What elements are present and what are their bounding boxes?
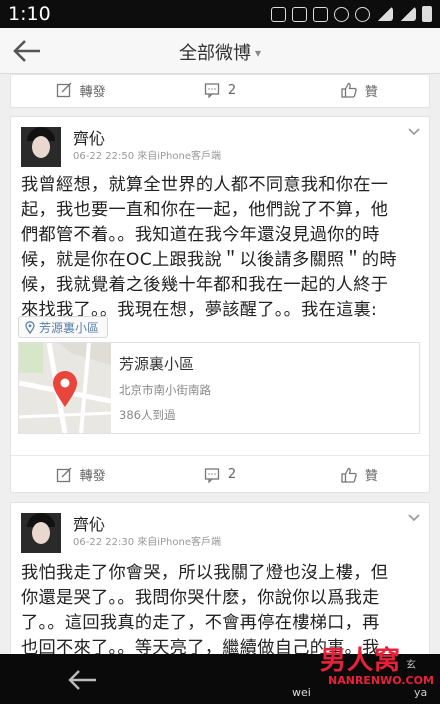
post-text: 我曾經想，就算全世界的人都不同意我和你在一 起，我也要一直和你在一起，他們說了不… (21, 173, 425, 323)
comment-icon (204, 467, 219, 483)
site-watermark-logo: 男人窝 NANRENWO.COM wei 玄 ya (292, 640, 434, 700)
comment-count: 2 (227, 467, 237, 482)
status-time: 1:10 (8, 3, 51, 25)
post-meta: 06-22 22:30 來自iPhone客戶端 (73, 537, 221, 548)
repost-label: 轉發 (79, 84, 106, 100)
post-text-line: 候，就是你在OC上跟我說＂以後請多關照＂的時 (21, 250, 397, 270)
battery-icon (422, 6, 432, 22)
comment-icon (204, 83, 219, 98)
timeline-filter-dropdown[interactable]: 全部微博 ▾ (0, 39, 440, 65)
post-menu-chevron-icon[interactable] (407, 127, 421, 137)
thumbs-up-icon (341, 82, 357, 98)
signal-strength-2-icon (399, 7, 416, 21)
page-title: 全部微博 (178, 43, 251, 64)
rotation-lock-icon (334, 6, 349, 22)
signal-strength-icon (376, 7, 393, 21)
post-username[interactable]: 齊伈 (73, 125, 105, 149)
alarm-clock-icon (355, 6, 370, 22)
previous-post-card: 轉發 2 贊 (10, 74, 430, 108)
comment-button[interactable]: 2 (150, 456, 289, 493)
like-label: 贊 (364, 84, 378, 100)
comment-button[interactable]: 2 (150, 71, 289, 109)
like-label: 贊 (364, 469, 378, 484)
top-nav-bar: 全部微博 ▾ (0, 28, 440, 74)
map-thumbnail (19, 343, 111, 433)
location-card[interactable]: 芳源裏小區 北京市南小街南路 386人到過 (18, 342, 420, 434)
caret-down-icon: ▾ (254, 46, 262, 60)
post-text-line: 你還是哭了。。我問你哭什麽，你說你以爲我走 (21, 588, 380, 608)
location-tag[interactable]: 芳源裏小區 (18, 316, 109, 338)
status-icons (271, 6, 432, 22)
post-text-line: 我曾經想，就算全世界的人都不同意我和你在一 (21, 175, 389, 195)
avatar[interactable] (21, 127, 61, 167)
system-back-icon[interactable] (66, 667, 100, 693)
status-bar: 1:10 (0, 0, 440, 28)
post-menu-chevron-icon[interactable] (407, 513, 421, 523)
post-text-line: 我怕我走了你會哭，所以我關了燈也沒上樓，但 (21, 563, 389, 583)
thumbs-up-icon (341, 467, 357, 483)
location-tag-label: 芳源裏小區 (39, 320, 100, 335)
like-button[interactable]: 贊 (290, 71, 429, 109)
avatar[interactable] (21, 513, 61, 553)
like-button[interactable]: 贊 (290, 456, 429, 493)
watermark-fragment: 玄 (406, 660, 416, 671)
post-username[interactable]: 齊伈 (73, 511, 105, 535)
grid-app-icon (292, 6, 307, 22)
location-visits: 386人到過 (119, 408, 176, 422)
location-name: 芳源裏小區 (119, 355, 195, 373)
repost-button[interactable]: 轉發 (11, 71, 150, 109)
location-address: 北京市南小街南路 (119, 383, 211, 397)
repost-icon (56, 467, 72, 482)
watermark-fragment: wei (292, 686, 311, 699)
post-card: 齊伈 06-22 22:50 來自iPhone客戶端 我曾經想，就算全世界的人都… (10, 116, 430, 493)
post-meta: 06-22 22:50 來自iPhone客戶端 (73, 151, 221, 162)
repost-icon (56, 82, 72, 98)
post-text-line: 們都管不着。。我知道在我今年還沒見過你的時 (21, 225, 380, 245)
watermark-title: 男人窝 (320, 646, 402, 676)
location-pin-icon (25, 320, 35, 334)
watermark-fragment: ya (414, 686, 428, 699)
post-text-line: 起，我也要一直和你在一起，他們說了不算，他 (21, 200, 389, 220)
app-notification-icon (271, 6, 286, 22)
post-text-line: 了。。這回我真的走了，不會再停在樓梯口，再 (21, 613, 380, 633)
repost-button[interactable]: 轉發 (11, 456, 150, 493)
wechat-notification-icon (313, 6, 328, 22)
repost-label: 轉發 (79, 469, 106, 484)
comment-count: 2 (227, 82, 237, 98)
post-text-line: 候，我就覺着之後幾十年都和我在一起的人終于 (21, 275, 389, 295)
